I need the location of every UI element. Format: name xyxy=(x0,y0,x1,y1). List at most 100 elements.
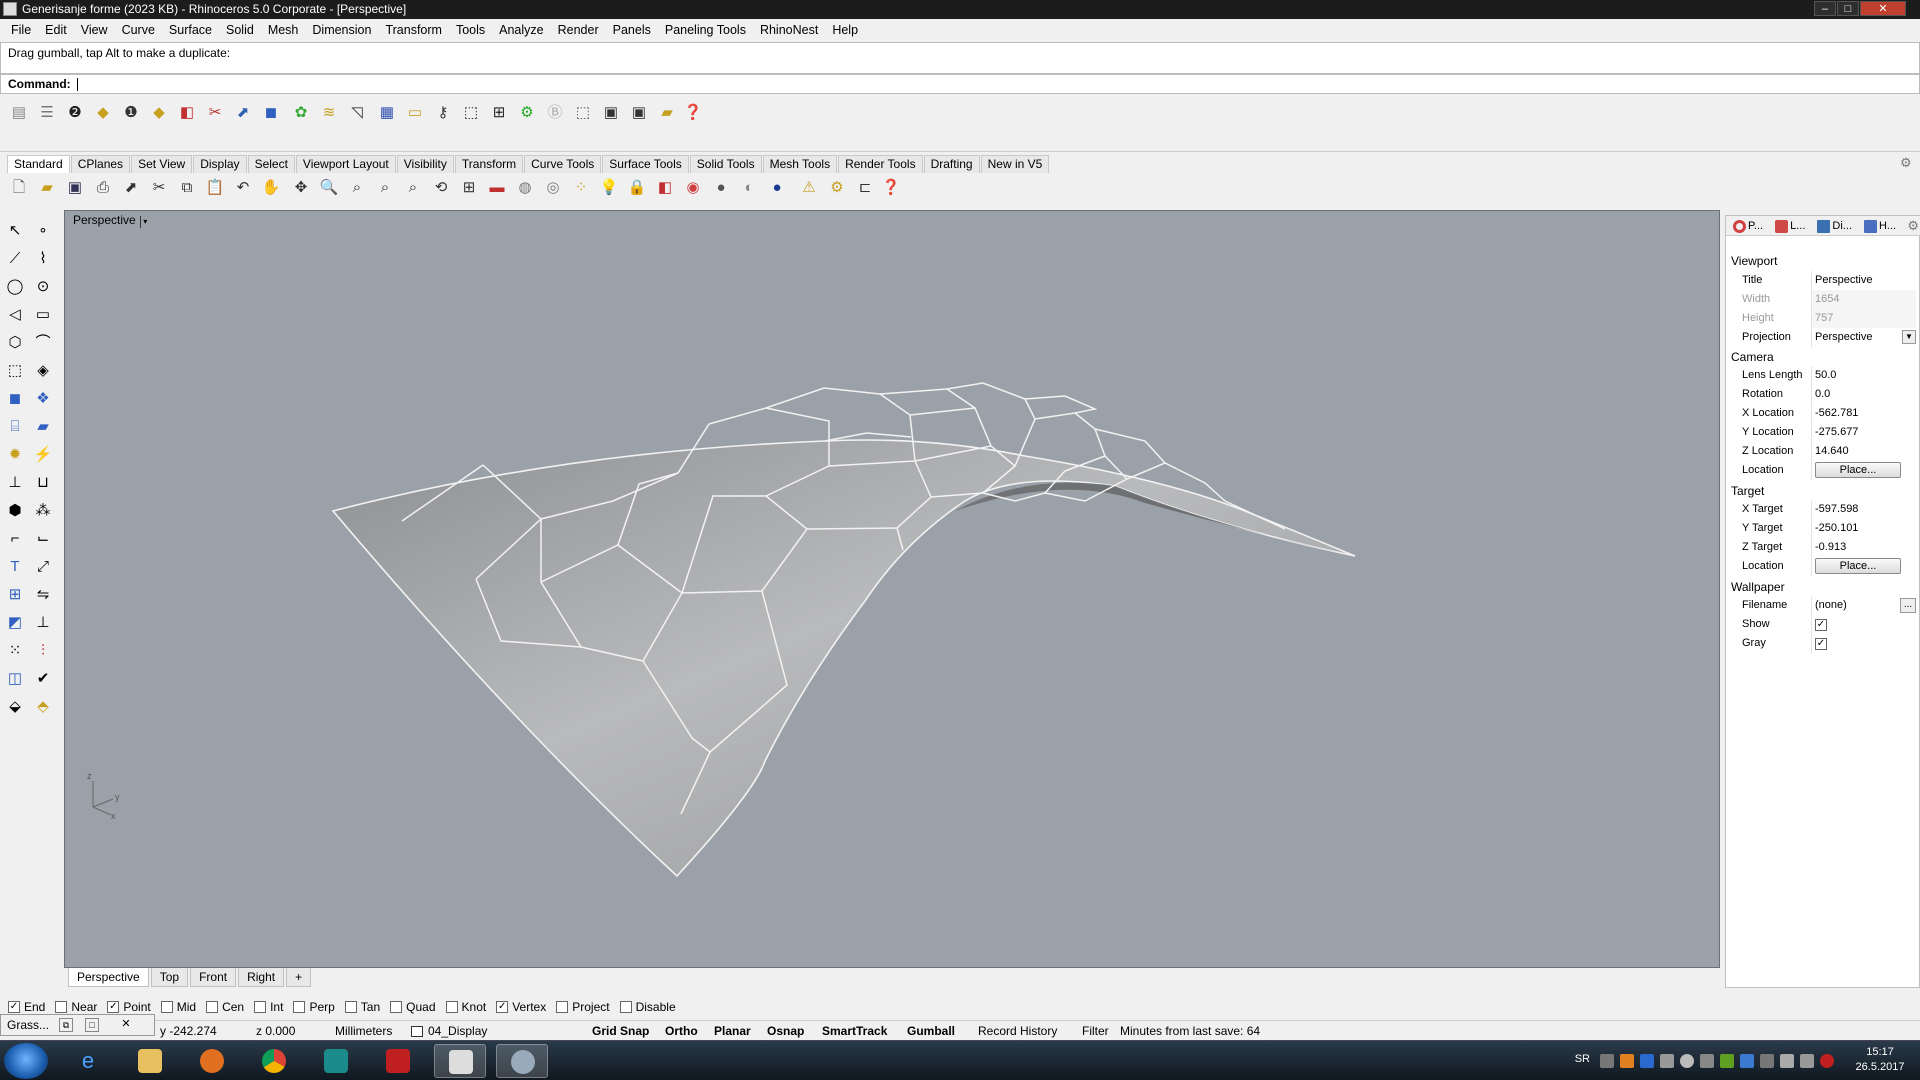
tab-mesh-tools[interactable]: Mesh Tools xyxy=(762,155,838,173)
nest-frame-icon[interactable]: ⬚ xyxy=(460,102,482,124)
tab-render-tools[interactable]: Render Tools xyxy=(838,155,923,173)
filter-toggle[interactable]: Filter xyxy=(1082,1021,1109,1041)
gumball-icon[interactable]: ⚠ xyxy=(798,177,820,199)
polygon-icon[interactable]: ⬡ xyxy=(4,332,26,354)
menu-rhinonest[interactable]: RhinoNest xyxy=(753,19,825,41)
menu-panels[interactable]: Panels xyxy=(606,19,658,41)
nest-key-icon[interactable]: ⚷ xyxy=(432,102,454,124)
pan-hand-icon[interactable]: ✋ xyxy=(260,177,282,199)
new-icon[interactable]: 🗋 xyxy=(8,177,30,199)
osnap-tan[interactable]: Tan xyxy=(344,1000,380,1014)
osnap-near-checkbox[interactable] xyxy=(55,1001,68,1013)
menu-curve[interactable]: Curve xyxy=(115,19,162,41)
zoom-selected-icon[interactable]: ⌕ xyxy=(402,177,424,199)
copy-icon[interactable]: ⧉ xyxy=(176,177,198,199)
array-icon[interactable]: ⊞ xyxy=(4,584,26,606)
snap-icon[interactable]: ⫶ xyxy=(32,640,54,662)
render-icon[interactable]: ⚡ xyxy=(32,444,54,466)
extrude-curve-icon[interactable]: ◈ xyxy=(32,360,54,382)
render-sphere-icon[interactable]: ◐ xyxy=(738,177,760,199)
dimension-icon[interactable]: ⊏ xyxy=(854,177,876,199)
list-icon[interactable]: ☰ xyxy=(36,102,58,124)
boolean-union-icon[interactable]: ❖ xyxy=(32,388,54,410)
open-folder-icon[interactable]: ▰ xyxy=(656,102,678,124)
menu-paneling-tools[interactable]: Paneling Tools xyxy=(658,19,753,41)
lock-icon[interactable]: 🔒 xyxy=(626,177,648,199)
menu-view[interactable]: View xyxy=(74,19,115,41)
ortho-toggle[interactable]: Ortho xyxy=(665,1021,698,1041)
osnap-toggle[interactable]: Osnap xyxy=(767,1021,804,1041)
rotation-field[interactable]: 0.0 xyxy=(1811,385,1916,404)
dimension-tool-icon[interactable]: ⊥ xyxy=(4,472,26,494)
osnap-end-checkbox[interactable]: ✓ xyxy=(8,1001,20,1013)
tab-surface-tools[interactable]: Surface Tools xyxy=(602,155,689,173)
taskbar-rhino[interactable] xyxy=(434,1044,486,1078)
nest-angle-icon[interactable]: ◹ xyxy=(346,102,368,124)
osnap-int[interactable]: Int xyxy=(254,1000,283,1014)
osnap-project[interactable]: Project xyxy=(556,1000,610,1014)
nest-export-icon[interactable]: ⬈ xyxy=(232,102,254,124)
hatch-icon[interactable]: ⊔ xyxy=(32,472,54,494)
taskbar-media-player[interactable] xyxy=(186,1044,238,1078)
nest-sheet-icon[interactable]: ❷ xyxy=(64,102,86,124)
command-line[interactable]: Command: xyxy=(0,74,1920,94)
command-input[interactable] xyxy=(77,78,79,92)
tab-top[interactable]: Top xyxy=(150,968,189,987)
nest-copy-icon[interactable]: ◆ xyxy=(148,102,170,124)
fillet-icon[interactable]: ⌒ xyxy=(32,332,54,354)
shade-object-icon[interactable]: ⬙ xyxy=(4,696,26,718)
tab-layers[interactable]: L... xyxy=(1772,216,1808,236)
osnap-mid-checkbox[interactable] xyxy=(160,1001,173,1013)
tray-settings-icon[interactable] xyxy=(1660,1054,1674,1068)
rectangle-icon[interactable]: ▭ xyxy=(32,304,54,326)
osnap-mid[interactable]: Mid xyxy=(160,1000,196,1014)
menu-help[interactable]: Help xyxy=(825,19,865,41)
tab-drafting[interactable]: Drafting xyxy=(923,155,980,173)
tab-visibility[interactable]: Visibility xyxy=(396,155,454,173)
gumball-toggle[interactable]: Gumball xyxy=(907,1021,955,1041)
tray-volume-muted-icon[interactable] xyxy=(1820,1054,1834,1068)
camera-place-button[interactable]: Place... xyxy=(1815,462,1901,478)
surface-model[interactable]: z y x xyxy=(65,211,1721,969)
split-icon[interactable]: ⌙ xyxy=(32,528,54,550)
curve-cv-icon[interactable]: ⌇ xyxy=(32,248,54,270)
save-svg-icon[interactable]: ▣ xyxy=(600,102,622,124)
print-icon[interactable]: ⎙ xyxy=(92,177,114,199)
perspective-viewport[interactable]: Perspective ▾ z y x xyxy=(64,210,1720,968)
tab-front[interactable]: Front xyxy=(190,968,237,987)
osnap-end[interactable]: ✓ End xyxy=(8,1000,45,1014)
four-viewports-icon[interactable]: ⊞ xyxy=(458,177,480,199)
tray-nvidia-icon[interactable] xyxy=(1720,1054,1734,1068)
nest-b-icon[interactable]: Ⓑ xyxy=(544,102,566,124)
text-icon[interactable]: T xyxy=(4,556,26,578)
toolbar-settings-gear-icon[interactable]: ⚙ xyxy=(1900,155,1912,171)
tab-new-in-v5[interactable]: New in V5 xyxy=(980,155,1050,173)
maximize-button[interactable]: □ xyxy=(1837,1,1859,16)
tray-steam-icon[interactable] xyxy=(1680,1054,1694,1068)
polyline-icon[interactable]: ⟋ xyxy=(4,248,26,270)
nest-recycle-icon[interactable]: ✿ xyxy=(290,102,312,124)
zoom-extents-icon[interactable]: ⌕ xyxy=(374,177,396,199)
maximize-icon[interactable]: □ xyxy=(85,1018,99,1032)
minimize-button[interactable]: – xyxy=(1814,1,1836,16)
osnap-disable-checkbox[interactable] xyxy=(619,1001,632,1013)
solid-edit-icon[interactable]: ◩ xyxy=(4,612,26,634)
nest-label-icon[interactable]: ◧ xyxy=(176,102,198,124)
tab-viewport-layout[interactable]: Viewport Layout xyxy=(295,155,396,173)
grasshopper-minimized-window[interactable]: Grass... ⧉ □ ✕ xyxy=(0,1014,155,1036)
zoom-window-icon[interactable]: ⌕ xyxy=(346,177,368,199)
box-icon[interactable]: ◼ xyxy=(4,388,26,410)
menu-file[interactable]: File xyxy=(4,19,38,41)
status-layer[interactable]: 04_Display xyxy=(428,1021,487,1041)
mirror-icon[interactable]: ⇋ xyxy=(32,584,54,606)
menu-tools[interactable]: Tools xyxy=(449,19,492,41)
check-icon[interactable]: ✔ xyxy=(32,668,54,690)
open-icon[interactable]: ▰ xyxy=(36,177,58,199)
grid-snap-toggle[interactable]: Grid Snap xyxy=(592,1021,649,1041)
menu-mesh[interactable]: Mesh xyxy=(261,19,306,41)
tab-standard[interactable]: Standard xyxy=(7,155,70,173)
tray-keyboard-icon[interactable] xyxy=(1600,1054,1614,1068)
tray-security-icon[interactable] xyxy=(1740,1054,1754,1068)
target-place-button[interactable]: Place... xyxy=(1815,558,1901,574)
smarttrack-toggle[interactable]: SmartTrack xyxy=(822,1021,887,1041)
